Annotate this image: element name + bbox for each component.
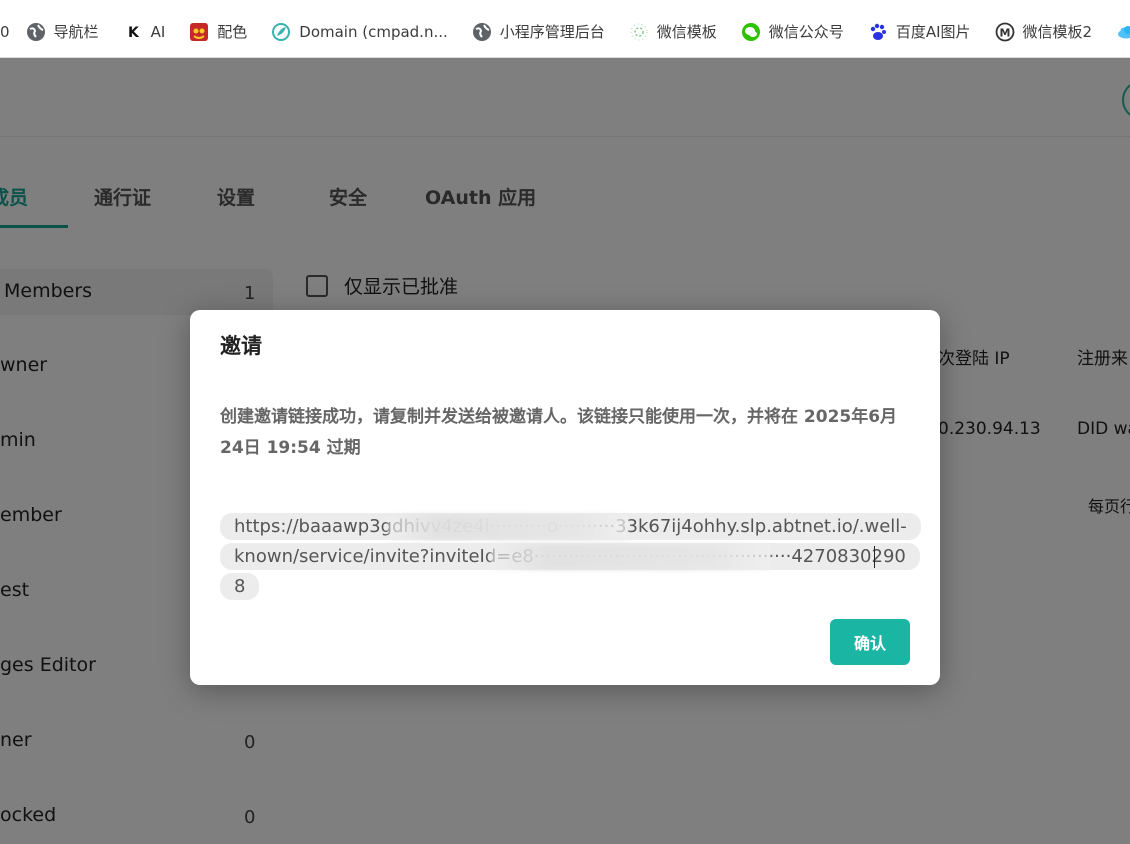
bookmark-colors[interactable]: 配色: [189, 0, 248, 57]
svg-text:K: K: [128, 25, 140, 41]
leaf-icon: [271, 22, 291, 42]
bookmark-label: 微信模板2: [1022, 23, 1093, 41]
dialog-message: 创建邀请链接成功，请复制并发送给被邀请人。该链接只能使用一次，并将在 2025年…: [220, 407, 898, 458]
redaction-blur: [490, 544, 770, 570]
bookmark-label: 0: [0, 22, 10, 41]
bookmark-label: 微信公众号: [768, 23, 844, 41]
bookmarks-bar: 0 导航栏 K AI 配色 Domain (cmpad.n... 小程序管理后台…: [0, 0, 1130, 58]
bookmark-label: 百度AI图片: [895, 23, 971, 41]
k-logo-icon: K: [123, 22, 143, 42]
sparkle-icon: [629, 22, 649, 42]
paw-icon: [868, 22, 888, 42]
bookmark-ai[interactable]: K AI: [123, 0, 166, 57]
bookmark-baidu[interactable]: 百度AI图片: [868, 0, 971, 57]
m-logo-icon: M: [995, 22, 1015, 42]
wechat-icon: [741, 22, 761, 42]
dialog-title: 邀请: [220, 334, 262, 358]
bookmark-nav[interactable]: 导航栏: [26, 0, 99, 57]
bookmark-miniprogram[interactable]: 小程序管理后台: [472, 0, 605, 57]
bookmark-label: 配色: [217, 23, 248, 41]
bookmark-0[interactable]: 0: [0, 0, 10, 57]
globe-icon: [26, 22, 46, 42]
mask-icon: [189, 22, 209, 42]
bookmark-wechat-template[interactable]: 微信模板: [629, 0, 717, 57]
bookmark-label: Domain (cmpad.n...: [299, 22, 448, 41]
bookmark-wechat-official[interactable]: 微信公众号: [741, 0, 844, 57]
text-cursor: [874, 546, 875, 568]
globe-icon: [472, 22, 492, 42]
bookmark-label: 微信模板: [656, 23, 717, 41]
svg-text:M: M: [999, 26, 1010, 39]
invite-dialog: 邀请 创建邀请链接成功，请复制并发送给被邀请人。该链接只能使用一次，并将在 20…: [190, 310, 940, 685]
bookmark-wechat-template-2[interactable]: M 微信模板2: [995, 0, 1093, 57]
bookmark-domain[interactable]: Domain (cmpad.n...: [271, 0, 448, 57]
bookmark-label: 导航栏: [53, 23, 99, 41]
cloud-icon: [1116, 22, 1130, 42]
bookmark-lanzou[interactable]: 蓝奏: [1116, 0, 1130, 57]
bookmark-label: 小程序管理后台: [499, 23, 605, 41]
bookmark-label: AI: [150, 22, 166, 41]
confirm-button[interactable]: 确认: [830, 619, 910, 665]
redaction-blur: [388, 514, 628, 540]
